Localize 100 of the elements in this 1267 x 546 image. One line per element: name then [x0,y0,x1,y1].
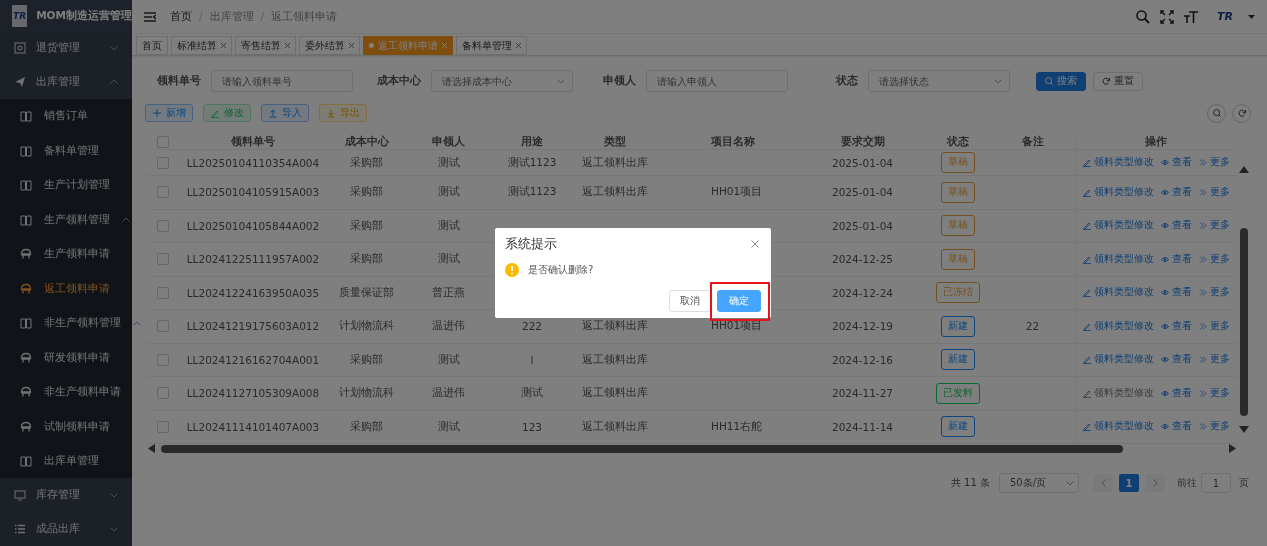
search-icon [1212,109,1221,117]
row-checkbox[interactable] [157,219,169,232]
sidebar-item[interactable]: 研发领料申请 [0,340,132,375]
font-size-icon [1184,9,1198,24]
confirm-button[interactable]: 确定 [717,290,761,312]
reset-button[interactable]: 重置 [1093,71,1143,91]
select-field[interactable]: 请选择成本中心 [431,70,573,92]
page-number[interactable]: 1 [1119,474,1139,492]
action-link[interactable]: 更多 [1198,156,1230,169]
action-link[interactable]: 更多 [1198,252,1230,266]
table-cell: 返工领料出库 [581,185,648,200]
action-link[interactable]: 更多 [1198,219,1230,233]
action-link[interactable]: 查看 [1160,353,1192,367]
row-checkbox[interactable] [157,387,169,400]
action-link[interactable]: 更多 [1198,286,1230,300]
download-icon [326,108,335,118]
previous-page-button[interactable] [1093,474,1113,492]
sidebar-item[interactable]: 生产计划管理 [0,167,132,203]
export-button[interactable]: 导出 [319,104,367,122]
action-link[interactable]: 查看 [1160,252,1192,266]
action-link[interactable]: 领料类型修改 [1082,420,1154,434]
select-field[interactable]: 请选择状态 [868,70,1010,92]
double-chevron-icon [1198,158,1207,167]
sidebar-item[interactable]: 返工领料申请 [0,271,132,306]
pencil-icon [1082,422,1091,432]
action-link[interactable]: 更多 [1198,420,1230,434]
action-link[interactable]: 查看 [1160,386,1192,400]
breadcrumb[interactable]: 首页 [170,9,192,24]
action-link[interactable]: 查看 [1160,420,1192,434]
close-icon [751,240,759,248]
sidebar-item[interactable]: 退货管理 [0,31,132,65]
action-link[interactable]: 更多 [1198,319,1230,333]
tab[interactable]: 标准结算 [171,36,232,55]
sidebar-item[interactable]: 成品出库 [0,512,132,546]
sidebar-item[interactable]: 出库单管理 [0,443,132,479]
action-link[interactable]: 查看 [1160,156,1192,169]
action-link[interactable]: 领料类型修改 [1082,156,1154,169]
table-cell: 返工领料出库 [581,155,648,170]
page-size-select[interactable]: 50条/页 [999,473,1079,493]
sidebar-item[interactable]: 生产领料管理 [0,202,132,237]
action-link[interactable]: 更多 [1198,185,1230,199]
sidebar-item[interactable]: 销售订单 [0,98,132,134]
sidebar-item[interactable]: 库存管理 [0,478,132,513]
table-cell: LL20241225111957A002 [186,253,320,266]
tab[interactable]: 委外结算 [299,36,360,55]
table-cell: 普正燕 [432,285,465,300]
sidebar-item[interactable]: 出库管理 [0,64,132,99]
action-link[interactable]: 领料类型修改 [1082,185,1154,199]
tab[interactable]: 首页 [136,36,168,55]
action-link[interactable]: 领料类型修改 [1082,252,1154,266]
scrollbar-thumb[interactable] [1240,227,1248,417]
input-field[interactable]: 请输入领料单号 [211,70,353,92]
action-link[interactable]: 查看 [1160,219,1192,233]
table-cell: LL20241219175603A012 [186,320,320,333]
sidebar-item[interactable]: 生产领料申请 [0,236,132,272]
double-chevron-icon [1198,321,1207,331]
table-cell: HH11右舵 [711,419,763,434]
input-field[interactable]: 请输入申领人 [646,70,788,92]
cancel-button[interactable]: 取消 [669,290,711,312]
edit-button[interactable]: 修改 [203,104,251,122]
table-cell: 测试 [437,419,460,434]
close-icon [516,43,521,48]
search-button[interactable]: 搜索 [1036,71,1086,91]
action-link[interactable]: 查看 [1160,319,1192,333]
action-link[interactable]: 领料类型修改 [1082,353,1154,367]
action-link[interactable]: 更多 [1198,386,1230,400]
tab[interactable]: 返工领料申请 [363,36,453,55]
list-icon [14,523,26,536]
row-checkbox[interactable] [157,286,169,299]
row-checkbox[interactable] [157,353,169,366]
action-link[interactable]: 查看 [1160,185,1192,199]
action-link[interactable]: 更多 [1198,353,1230,367]
tab[interactable]: 备料单管理 [456,36,527,55]
action-link[interactable]: 领料类型修改 [1082,286,1154,300]
tab[interactable]: 寄售结算 [235,36,296,55]
breadcrumb-separator: / [260,9,265,24]
action-link[interactable]: 领料类型修改 [1082,219,1154,233]
table-cell: LL20241224163950A035 [186,286,320,299]
next-page-button[interactable] [1145,474,1165,492]
select-all-checkbox[interactable] [157,135,169,148]
add-button[interactable]: 新增 [145,104,193,122]
row-checkbox[interactable] [157,186,169,199]
row-checkbox[interactable] [157,320,169,333]
table-cell: 返工领料出库 [581,352,648,367]
avatar[interactable]: TR [1212,5,1238,28]
action-link[interactable]: 查看 [1160,286,1192,300]
sidebar-item[interactable]: 试制领料申请 [0,409,132,444]
row-checkbox[interactable] [157,420,169,433]
row-checkbox[interactable] [157,253,169,266]
action-link[interactable]: 领料类型修改 [1082,319,1154,333]
table-cell: 2024-12-16 [832,353,893,366]
sidebar-item[interactable]: 备料单管理 [0,133,132,168]
table-cell: 22 [1025,320,1040,333]
sidebar-item[interactable]: 非生产领料管理 [0,305,132,341]
caret-down-icon [1248,14,1255,19]
page-input[interactable]: 1 [1201,473,1231,493]
sidebar-item[interactable]: 非生产领料申请 [0,374,132,410]
import-button[interactable]: 导入 [261,104,309,122]
row-checkbox[interactable] [157,156,169,169]
book-icon [20,179,32,192]
